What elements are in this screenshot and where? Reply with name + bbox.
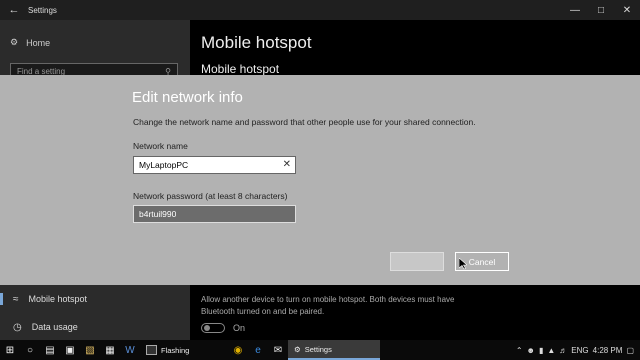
notifications-icon[interactable]: ▢ (626, 346, 634, 355)
chevron-up-icon[interactable]: ⌃ (516, 346, 523, 355)
mail-icon[interactable]: ✉ (268, 340, 288, 360)
title-bar: ← Settings — □ ✕ (0, 0, 640, 20)
taskbar-app-settings[interactable]: ⚙ Settings (288, 340, 380, 360)
hotspot-icon: ≈ (13, 293, 19, 305)
clock[interactable]: 4:28 PM (593, 346, 623, 355)
edit-network-dialog: Edit network info Change the network nam… (0, 75, 640, 285)
store-icon[interactable]: ▣ (60, 340, 80, 360)
home-label: Home (26, 37, 51, 48)
edge-icon[interactable]: e (248, 340, 268, 360)
sidebar-item-data-usage[interactable]: ◷ Data usage (0, 321, 78, 333)
gear-icon: ⚙ (10, 37, 19, 47)
save-button[interactable] (390, 252, 444, 271)
start-icon[interactable]: ⊞ (0, 340, 20, 360)
chrome-icon[interactable]: ◉ (228, 340, 248, 360)
active-indicator (0, 293, 3, 305)
section-title: Mobile hotspot (201, 62, 280, 76)
toggle-label: On (233, 323, 246, 333)
password-label: Network password (at least 8 characters) (133, 191, 288, 201)
taskbar: ⊞ ○ ▤ ▣ ▧ ▦ W Flashing ◉ e ✉ ⚙ Settings … (0, 340, 640, 360)
search-icon[interactable]: ○ (20, 340, 40, 360)
sidebar-home[interactable]: ⚙ Home (10, 37, 50, 48)
word-icon[interactable]: W (120, 340, 140, 360)
language-indicator[interactable]: ENG (571, 346, 588, 355)
bluetooth-toggle-row: On (201, 323, 245, 333)
window-title: Settings (28, 5, 57, 15)
task-view-icon[interactable]: ▤ (40, 340, 60, 360)
back-arrow-icon[interactable]: ← (0, 4, 28, 16)
window-controls: — □ ✕ (562, 0, 640, 20)
mouse-cursor-icon (459, 258, 467, 270)
clear-icon[interactable]: ✕ (283, 159, 291, 170)
file-explorer-icon[interactable]: ▧ (80, 340, 100, 360)
inactive-indicator (0, 321, 3, 333)
battery-icon[interactable]: ▮ (539, 346, 543, 355)
taskbar-app-flashing[interactable]: Flashing (140, 340, 228, 360)
taskbar-app-label: Settings (304, 344, 332, 354)
network-icon[interactable]: ▲ (547, 346, 555, 355)
terminal-icon (146, 345, 157, 355)
calendar-icon[interactable]: ▦ (100, 340, 120, 360)
sidebar-item-label: Data usage (31, 322, 78, 332)
sidebar-item-label: Mobile hotspot (28, 294, 88, 304)
people-icon[interactable]: ☻ (527, 346, 535, 355)
page-title: Mobile hotspot (201, 33, 312, 52)
network-name-field[interactable]: MyLaptopPC ✕ (133, 156, 296, 174)
close-icon[interactable]: ✕ (614, 0, 640, 20)
maximize-icon[interactable]: □ (588, 0, 614, 20)
password-field[interactable]: b4rtuil990 (133, 205, 296, 223)
bluetooth-toggle[interactable] (201, 323, 225, 333)
network-name-value: MyLaptopPC (139, 160, 189, 170)
network-name-label: Network name (133, 141, 188, 151)
bluetooth-description: Allow another device to turn on mobile h… (201, 295, 455, 316)
dialog-description: Change the network name and password tha… (133, 117, 476, 127)
dialog-title: Edit network info (132, 89, 243, 106)
system-tray: ⌃ ☻ ▮ ▲ ♬ ENG 4:28 PM ▢ (516, 340, 640, 360)
taskbar-app-label: Flashing (161, 345, 190, 355)
data-usage-icon: ◷ (13, 321, 22, 333)
sidebar-item-mobile-hotspot[interactable]: ≈ Mobile hotspot (0, 293, 87, 305)
minimize-icon[interactable]: — (562, 0, 588, 20)
password-value: b4rtuil990 (139, 209, 177, 219)
gear-icon: ⚙ (294, 344, 301, 354)
volume-icon[interactable]: ♬ (559, 346, 567, 355)
